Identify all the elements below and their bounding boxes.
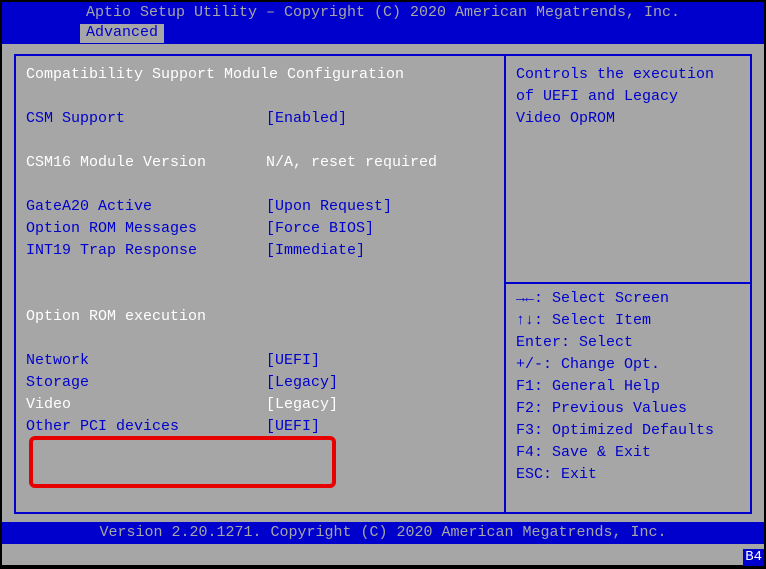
other-value: [UEFI] xyxy=(266,418,494,437)
oprom-msg-label: Option ROM Messages xyxy=(26,220,266,239)
bios-window: Aptio Setup Utility – Copyright (C) 2020… xyxy=(1,1,765,566)
footer-text: Version 2.20.1271. Copyright (C) 2020 Am… xyxy=(99,524,666,541)
main-area: Compatibility Support Module Configurati… xyxy=(2,44,764,522)
gatea20-label: GateA20 Active xyxy=(26,198,266,217)
item-oprom-messages[interactable]: Option ROM Messages [Force BIOS] xyxy=(26,218,494,240)
hint-select-item: ↑↓: Select Item xyxy=(516,312,651,331)
item-storage[interactable]: Storage [Legacy] xyxy=(26,372,494,394)
storage-label: Storage xyxy=(26,374,266,393)
title-text: Aptio Setup Utility – Copyright (C) 2020… xyxy=(86,4,680,21)
item-other-pci[interactable]: Other PCI devices [UEFI] xyxy=(26,416,494,438)
oprom-msg-value: [Force BIOS] xyxy=(266,220,494,239)
help-divider xyxy=(506,282,750,284)
csm-support-label: CSM Support xyxy=(26,110,266,129)
csm16-value: N/A, reset required xyxy=(266,154,494,173)
hint-select-screen: →←: Select Screen xyxy=(516,290,669,309)
hint-enter: Enter: Select xyxy=(516,334,633,353)
section-csm-config: Compatibility Support Module Configurati… xyxy=(26,64,494,86)
key-hints: →←: Select Screen ↑↓: Select Item Enter:… xyxy=(516,288,740,486)
section-label: Compatibility Support Module Configurati… xyxy=(26,66,404,85)
desc-line: of UEFI and Legacy xyxy=(516,88,678,107)
section-label: Option ROM execution xyxy=(26,308,206,327)
section-oprom-exec: Option ROM execution xyxy=(26,306,494,328)
int19-value: [Immediate] xyxy=(266,242,494,261)
desc-line: Video OpROM xyxy=(516,110,615,129)
hint-f4: F4: Save & Exit xyxy=(516,444,651,463)
csm16-label: CSM16 Module Version xyxy=(26,154,266,173)
network-value: [UEFI] xyxy=(266,352,494,371)
item-network[interactable]: Network [UEFI] xyxy=(26,350,494,372)
tabs-row: Advanced xyxy=(2,24,764,44)
hint-f2: F2: Previous Values xyxy=(516,400,687,419)
storage-value: [Legacy] xyxy=(266,374,494,393)
spacer xyxy=(26,328,494,350)
spacer xyxy=(26,284,494,306)
item-csm16-version: CSM16 Module Version N/A, reset required xyxy=(26,152,494,174)
spacer xyxy=(26,174,494,196)
item-video-selected[interactable]: Video [Legacy] xyxy=(26,394,494,416)
csm-support-value: [Enabled] xyxy=(266,110,494,129)
right-panel: Controls the execution of UEFI and Legac… xyxy=(504,54,752,514)
spacer xyxy=(26,262,494,284)
video-label: Video xyxy=(26,396,266,415)
help-description: Controls the execution of UEFI and Legac… xyxy=(516,64,740,282)
item-csm-support[interactable]: CSM Support [Enabled] xyxy=(26,108,494,130)
highlight-annotation xyxy=(29,436,336,488)
hint-esc: ESC: Exit xyxy=(516,466,597,485)
spacer xyxy=(26,130,494,152)
item-int19[interactable]: INT19 Trap Response [Immediate] xyxy=(26,240,494,262)
gatea20-value: [Upon Request] xyxy=(266,198,494,217)
left-panel: Compatibility Support Module Configurati… xyxy=(14,54,504,514)
video-value: [Legacy] xyxy=(266,396,494,415)
corner-badge: B4 xyxy=(743,549,764,567)
title-bar: Aptio Setup Utility – Copyright (C) 2020… xyxy=(2,2,764,24)
hint-f1: F1: General Help xyxy=(516,378,660,397)
spacer xyxy=(26,86,494,108)
hint-change-opt: +/-: Change Opt. xyxy=(516,356,660,375)
tab-advanced[interactable]: Advanced xyxy=(80,24,164,43)
int19-label: INT19 Trap Response xyxy=(26,242,266,261)
desc-line: Controls the execution xyxy=(516,66,714,85)
footer-bar: Version 2.20.1271. Copyright (C) 2020 Am… xyxy=(2,522,764,544)
network-label: Network xyxy=(26,352,266,371)
other-label: Other PCI devices xyxy=(26,418,266,437)
item-gatea20[interactable]: GateA20 Active [Upon Request] xyxy=(26,196,494,218)
hint-f3: F3: Optimized Defaults xyxy=(516,422,714,441)
